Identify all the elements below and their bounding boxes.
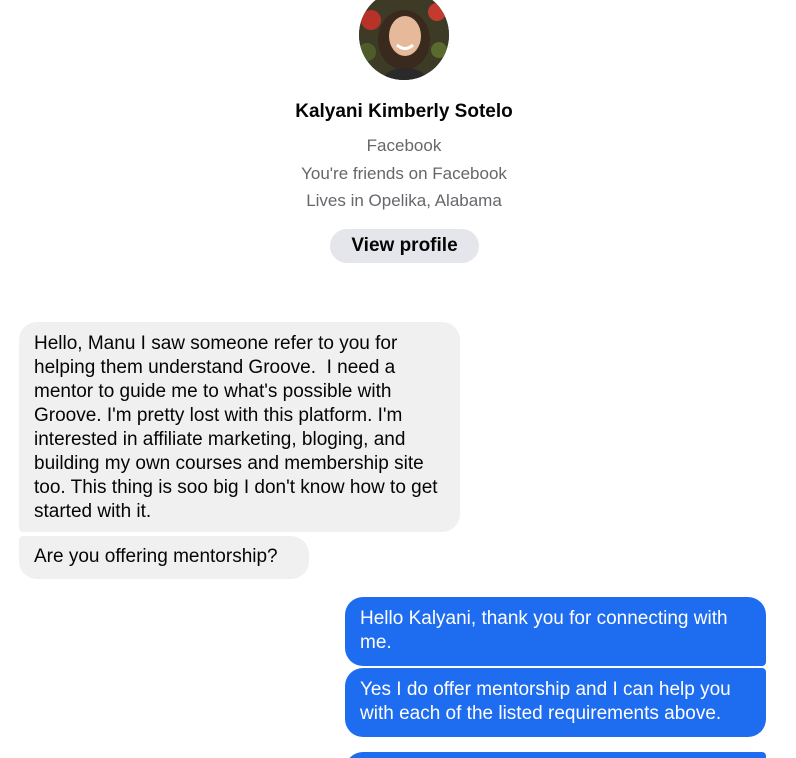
- profile-platform: Facebook: [366, 136, 442, 155]
- incoming-message[interactable]: Are you offering mentorship?: [19, 536, 309, 579]
- incoming-message[interactable]: Hello, Manu I saw someone refer to you f…: [19, 322, 460, 532]
- chat-conversation: Kalyani Kimberly Sotelo Facebook You're …: [0, 0, 796, 758]
- profile-location: Lives in Opelika, Alabama: [306, 191, 502, 210]
- avatar[interactable]: [359, 0, 449, 80]
- profile-photo: [359, 0, 449, 80]
- outgoing-message[interactable]: [345, 752, 766, 758]
- profile-name: Kalyani Kimberly Sotelo: [295, 101, 513, 122]
- outgoing-message[interactable]: Hello Kalyani, thank you for connecting …: [345, 597, 766, 666]
- view-profile-button[interactable]: View profile: [330, 229, 479, 263]
- profile-friendship-status: You're friends on Facebook: [301, 164, 507, 183]
- outgoing-message[interactable]: Yes I do offer mentorship and I can help…: [345, 668, 766, 737]
